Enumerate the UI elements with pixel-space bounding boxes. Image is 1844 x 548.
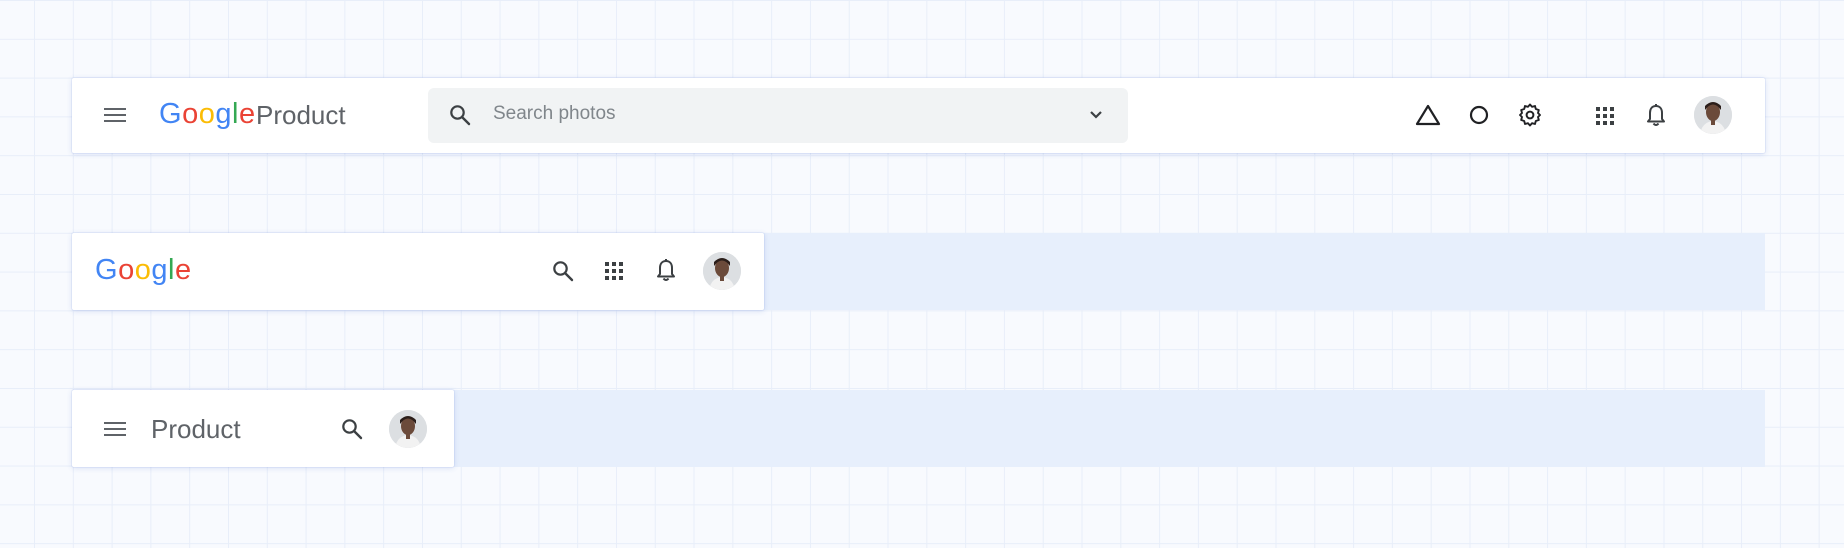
logo-letter-o1: o (182, 98, 199, 130)
logo-letter-e: e (174, 254, 192, 286)
apps-grid-icon[interactable] (604, 261, 624, 281)
logo-letter-l: l (167, 254, 175, 286)
logo-letter-g: G (95, 254, 119, 286)
profile-avatar[interactable] (389, 410, 427, 448)
logo-letter-g2: g (215, 98, 232, 130)
profile-avatar[interactable] (1694, 96, 1732, 134)
google-logo[interactable]: Google (95, 254, 192, 287)
triangle-icon[interactable] (1415, 104, 1441, 126)
notifications-bell-icon[interactable] (1645, 103, 1667, 127)
notifications-bell-icon[interactable] (655, 258, 677, 282)
logo-letter-l: l (231, 98, 239, 130)
menu-icon[interactable] (104, 106, 126, 124)
logo-letter-g2: g (151, 254, 168, 286)
profile-avatar[interactable] (703, 252, 741, 290)
logo-letter-e: e (238, 98, 256, 130)
product-name: Product (151, 414, 241, 444)
product-name: Product (256, 100, 346, 130)
search-icon[interactable] (341, 418, 363, 440)
search-icon[interactable] (449, 104, 471, 126)
menu-icon[interactable] (104, 420, 126, 438)
logo-letter-o2: o (198, 98, 216, 130)
search-icon[interactable] (552, 260, 574, 282)
settings-gear-icon[interactable] (1518, 103, 1542, 127)
search-input[interactable]: Search photos (493, 103, 616, 125)
logo-letter-g: G (159, 98, 183, 130)
circle-icon[interactable] (1468, 104, 1490, 126)
google-logo[interactable]: Google (159, 98, 256, 131)
logo-letter-o2: o (134, 254, 152, 286)
apps-grid-icon[interactable] (1595, 106, 1615, 126)
logo-letter-o1: o (118, 254, 135, 286)
chevron-down-icon[interactable] (1089, 110, 1103, 120)
